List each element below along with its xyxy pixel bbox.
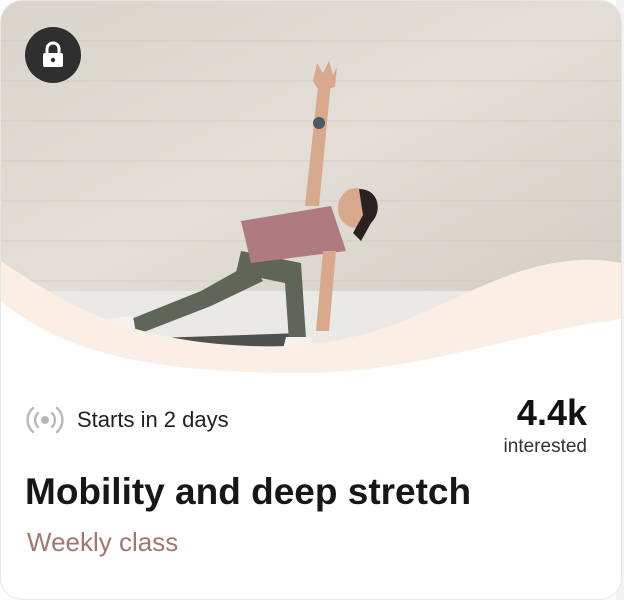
lock-icon [43,41,63,67]
interest-counter: 4.4k interested [504,393,587,459]
lock-badge[interactable] [25,27,81,83]
class-title[interactable]: Mobility and deep stretch [25,471,471,513]
live-broadcast-icon [26,406,64,434]
card-content: Starts in 2 days 4.4k interested Mobilit… [1,381,621,599]
interested-count: 4.4k [516,392,587,433]
hero-image [1,1,621,381]
interested-label: interested [503,436,587,457]
class-subtitle: Weekly class [27,527,179,557]
class-card[interactable]: Starts in 2 days 4.4k interested Mobilit… [0,0,622,600]
start-status-text: Starts in 2 days [77,407,229,432]
status-row: Starts in 2 days [25,405,229,435]
